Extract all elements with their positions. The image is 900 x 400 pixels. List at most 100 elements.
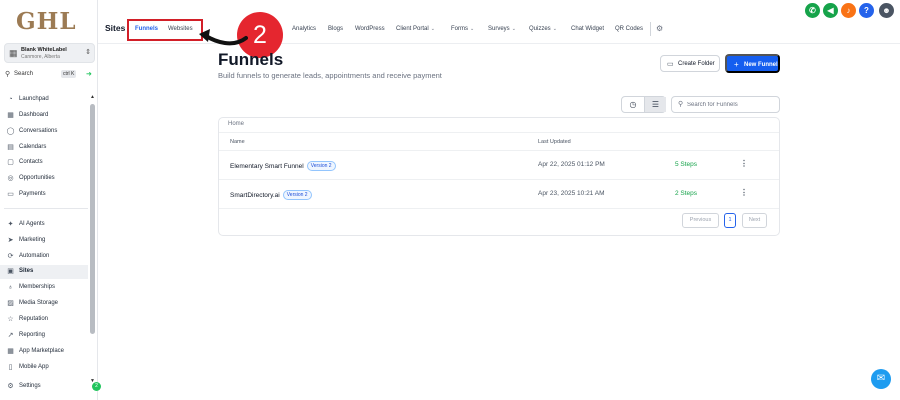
tab-analytics[interactable]: Analytics — [292, 26, 316, 32]
sidebar-item-launchpad[interactable]: ◔ Launchpad — [0, 93, 88, 107]
column-header-updated: Last Updated — [538, 139, 571, 145]
search-input[interactable] — [687, 99, 777, 111]
sidebar-item-reporting[interactable]: ↗ Reporting — [0, 329, 88, 343]
account-switcher[interactable]: ▦ Blank WhiteLabel Canmore, Alberta ⇕ — [4, 43, 95, 63]
avatar[interactable]: ☻ — [879, 3, 894, 18]
sidebar-item-payments[interactable]: ▭ Payments — [0, 188, 88, 202]
sidebar-item-calendars[interactable]: ▤ Calendars — [0, 141, 88, 155]
sidebar-item-media-storage[interactable]: ▨ Media Storage — [0, 297, 88, 311]
chat-icon: ◯ — [6, 128, 15, 135]
rocket-icon: ◔ — [8, 96, 13, 103]
phone-icon[interactable]: ✆ — [805, 3, 820, 18]
chart-icon: ↗ — [7, 332, 14, 339]
sidebar-item-label: Marketing — [19, 237, 46, 243]
sidebar-item-label: Media Storage — [19, 300, 59, 306]
scroll-up-icon[interactable]: ▲ — [90, 94, 95, 100]
chevron-updown-icon: ⇕ — [85, 49, 91, 56]
sidebar-divider — [4, 208, 88, 209]
current-page-button[interactable]: 1 — [724, 213, 736, 228]
steps-count[interactable]: 5 Steps — [675, 161, 697, 168]
tab-surveys[interactable]: Surveys ⌄ — [488, 26, 516, 32]
sidebar-item-marketing[interactable]: ➤ Marketing — [0, 234, 88, 248]
chat-support-icon[interactable]: ✉ — [871, 369, 891, 389]
sidebar-item-label: AI Agents — [19, 221, 45, 227]
sidebar-item-label: Dashboard — [19, 112, 49, 118]
tab-chat-widget[interactable]: Chat Widget — [571, 26, 604, 32]
sidebar-item-label: App Marketplace — [19, 348, 65, 354]
column-header-name: Name — [230, 139, 245, 145]
sidebar-item-label: Opportunities — [19, 175, 55, 181]
sidebar-item-opportunities[interactable]: ◎ Opportunities — [0, 172, 88, 186]
help-icon[interactable]: ? — [859, 3, 874, 18]
breadcrumb[interactable]: Home — [228, 121, 244, 127]
sidebar-item-sites[interactable]: ▣ Sites — [0, 265, 88, 279]
top-nav-divider — [650, 22, 651, 36]
create-folder-button[interactable]: ▭ Create Folder — [660, 55, 720, 72]
clock-icon[interactable]: ◷ — [622, 97, 644, 112]
page-title: Funnels — [218, 50, 284, 69]
more-options-icon[interactable]: ⋮ — [740, 188, 748, 197]
previous-page-button[interactable]: Previous — [682, 213, 719, 228]
automation-icon: ⟳ — [7, 253, 14, 260]
funnel-name-cell[interactable]: SmartDirectory.ai Version 2 — [230, 190, 312, 200]
sidebar-item-automation[interactable]: ⟳ Automation — [0, 250, 88, 264]
megaphone-icon[interactable]: ◀ — [823, 3, 838, 18]
tab-qr-codes[interactable]: QR Codes — [615, 26, 643, 32]
create-folder-label: Create Folder — [678, 61, 715, 67]
sidebar-item-app-marketplace[interactable]: ▦ App Marketplace — [0, 345, 88, 359]
account-name: Blank WhiteLabel — [21, 47, 67, 53]
view-toggle: ◷ ☰ — [621, 96, 666, 113]
sidebar-item-memberships[interactable]: ♁ Memberships — [0, 281, 88, 295]
more-options-icon[interactable]: ⋮ — [740, 159, 748, 168]
steps-count[interactable]: 2 Steps — [675, 190, 697, 197]
tab-blogs[interactable]: Blogs — [328, 26, 343, 32]
search-shortcut: ctrl K — [61, 70, 77, 78]
new-funnel-label: New Funnel — [744, 62, 778, 68]
page-subtitle: Build funnels to generate leads, appoint… — [218, 71, 442, 80]
sidebar-search[interactable]: ⚲ Search ctrl K ➜ — [5, 70, 97, 82]
sidebar-item-ai-agents[interactable]: ✦ AI Agents — [0, 218, 88, 232]
bell-icon[interactable]: ♪ — [841, 3, 856, 18]
notification-badge[interactable]: 2 — [92, 382, 101, 391]
tab-quizzes[interactable]: Quizzes ⌄ — [529, 26, 557, 32]
table-row[interactable]: SmartDirectory.ai Version 2 Apr 23, 2025 … — [219, 180, 779, 209]
sidebar-item-contacts[interactable]: ▢ Contacts — [0, 156, 88, 170]
target-icon: ◎ — [7, 175, 14, 182]
sidebar-item-label: Settings — [19, 383, 41, 389]
list-view-icon[interactable]: ☰ — [644, 97, 666, 112]
calendar-icon: ▤ — [7, 144, 14, 151]
settings-gear-icon[interactable]: ⚙ — [656, 24, 663, 33]
search-icon: ⚲ — [678, 101, 684, 108]
star-icon: ☆ — [7, 316, 14, 323]
sidebar-item-label: Reputation — [19, 316, 49, 322]
next-page-button[interactable]: Next — [742, 213, 767, 228]
send-icon: ➤ — [7, 237, 14, 244]
tab-wordpress[interactable]: WordPress — [355, 26, 385, 32]
funnel-name-cell[interactable]: Elementary Smart Funnel Version 2 — [230, 161, 336, 171]
tab-forms[interactable]: Forms ⌄ — [451, 26, 474, 32]
sidebar-item-label: Automation — [19, 253, 50, 259]
sidebar-item-dashboard[interactable]: ▦ Dashboard — [0, 109, 88, 123]
account-location: Canmore, Alberta — [21, 54, 60, 60]
sidebar-search-label: Search — [14, 71, 34, 77]
chevron-down-icon: ⌄ — [430, 26, 435, 32]
sidebar-item-label: Mobile App — [19, 364, 49, 370]
sidebar-item-settings[interactable]: ⚙ Settings — [0, 380, 88, 394]
sidebar-item-label: Contacts — [19, 159, 43, 165]
new-funnel-button[interactable]: + New Funnel — [725, 54, 780, 73]
sidebar-scrollbar[interactable]: ▲ ▼ — [90, 94, 96, 388]
scrollbar-thumb[interactable] — [90, 104, 95, 334]
sidebar-item-label: Memberships — [19, 284, 56, 290]
tab-client-portal[interactable]: Client Portal ⌄ — [396, 26, 435, 32]
sidebar-item-reputation[interactable]: ☆ Reputation — [0, 313, 88, 327]
sidebar-item-mobile-app[interactable]: ▯ Mobile App — [0, 361, 88, 375]
funnels-table: Home Name Last Updated Elementary Smart … — [218, 117, 780, 236]
dashboard-icon: ▦ — [7, 112, 14, 119]
bolt-icon[interactable]: ➜ — [86, 70, 92, 78]
last-updated: Apr 23, 2025 10:21 AM — [538, 190, 605, 197]
version-badge: Version 2 — [306, 161, 336, 171]
sidebar-item-conversations[interactable]: ◯ Conversations — [0, 125, 88, 139]
sidebar-item-label: Sites — [19, 268, 34, 274]
payment-icon: ▭ — [7, 191, 14, 198]
table-row[interactable]: Elementary Smart Funnel Version 2 Apr 22,… — [219, 151, 779, 180]
